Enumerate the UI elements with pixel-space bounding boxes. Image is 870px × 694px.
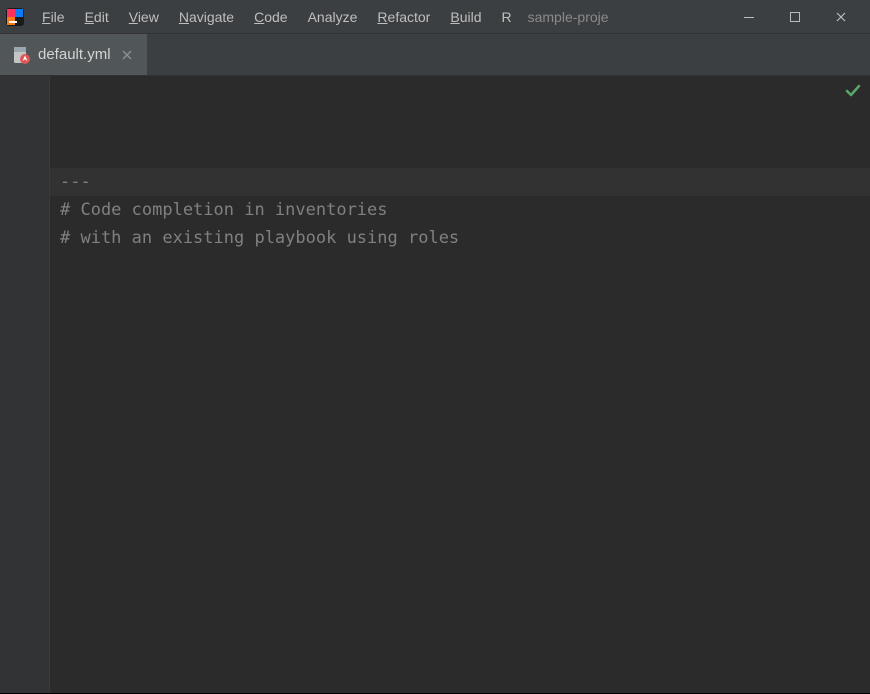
menubar: FileEditViewNavigateCodeAnalyzeRefactorB… — [0, 0, 870, 34]
yaml-ansible-icon — [12, 46, 30, 64]
check-ok-icon[interactable] — [844, 82, 862, 100]
menu-refactor[interactable]: Refactor — [367, 5, 440, 29]
menu-r[interactable]: R — [491, 5, 521, 29]
window-controls — [726, 2, 864, 32]
menu-edit[interactable]: Edit — [75, 5, 119, 29]
menu-analyze[interactable]: Analyze — [298, 5, 368, 29]
menu-view[interactable]: View — [119, 5, 169, 29]
minimize-button[interactable] — [726, 2, 772, 32]
maximize-button[interactable] — [772, 2, 818, 32]
menu-build[interactable]: Build — [440, 5, 491, 29]
intellij-icon — [4, 6, 26, 28]
menu-file[interactable]: File — [32, 5, 75, 29]
editor-tabbar: default.yml — [0, 34, 870, 76]
close-tab-button[interactable] — [119, 47, 135, 63]
tab-filename: default.yml — [38, 46, 111, 63]
close-window-button[interactable] — [818, 2, 864, 32]
code-content: --- # Code completion in inventories # w… — [60, 168, 860, 252]
menu-code[interactable]: Code — [244, 5, 297, 29]
project-name: sample-proje — [528, 9, 609, 25]
editor-tab[interactable]: default.yml — [0, 34, 148, 75]
editor-gutter[interactable] — [0, 76, 50, 693]
editor-area: --- # Code completion in inventories # w… — [0, 76, 870, 693]
menu-navigate[interactable]: Navigate — [169, 5, 244, 29]
code-editor[interactable]: --- # Code completion in inventories # w… — [50, 76, 870, 693]
